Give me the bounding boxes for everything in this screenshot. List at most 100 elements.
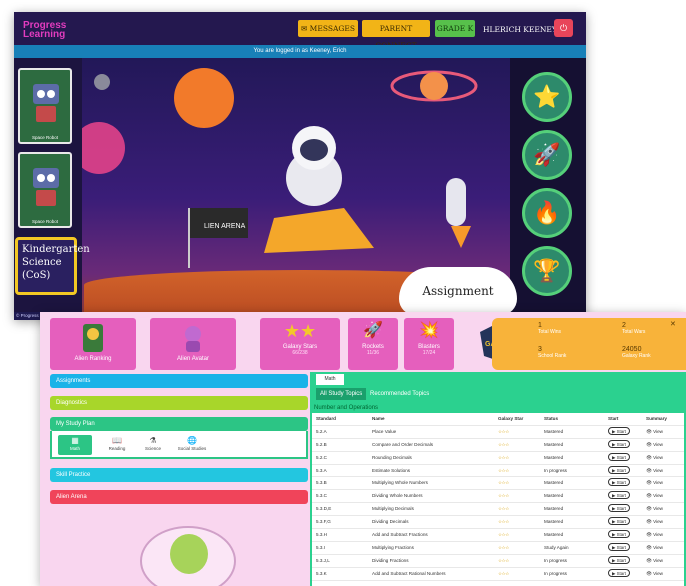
view-link[interactable]: 👁 View xyxy=(646,503,663,515)
view-link[interactable]: 👁 View xyxy=(646,477,663,489)
logout-button[interactable]: ⏻ xyxy=(554,19,573,37)
start-button[interactable]: ▶ Start xyxy=(608,465,630,477)
astronaut-visor xyxy=(300,139,328,161)
robot-icon xyxy=(33,84,59,122)
robot-card-label: Space Robot xyxy=(31,219,59,224)
alien-ranking-card[interactable]: Alien Ranking xyxy=(50,318,136,370)
subject-math[interactable]: ▦ Math xyxy=(58,435,92,455)
view-link[interactable]: 👁 View xyxy=(646,439,663,451)
status-cell: Mastered xyxy=(544,493,564,499)
start-button[interactable]: ▶ Start xyxy=(608,452,630,464)
subject-science[interactable]: ⚗ Science xyxy=(136,435,170,455)
alien-avatar-icon xyxy=(185,326,201,352)
study-plan-screen: Alien Ranking Alien Avatar ★★ Galaxy Sta… xyxy=(40,312,686,586)
view-link[interactable]: 👁 View xyxy=(646,542,663,554)
total-wins-label: Total Wins xyxy=(538,329,562,335)
table-row: 5.3.J,L Dividing Fractions ☆☆☆ In progress ▶… xyxy=(312,555,684,568)
trophy-button[interactable]: 🏆 xyxy=(522,246,572,296)
robot-card-1[interactable]: Space Robot xyxy=(18,68,72,144)
start-label: Start xyxy=(616,428,626,434)
start-button[interactable]: ▶ Start xyxy=(608,426,630,438)
logout-icon: ⏻ xyxy=(559,23,568,33)
topic-name-cell: Multiplying Decimals xyxy=(372,506,414,512)
alien-avatar-card[interactable]: Alien Avatar xyxy=(150,318,236,370)
view-link[interactable]: 👁 View xyxy=(646,452,663,464)
topic-name-cell: Add and Subtract Rational Numbers xyxy=(372,570,446,576)
standard-cell: 5.2.A xyxy=(316,428,327,434)
star-button[interactable]: ⭐ xyxy=(522,72,572,122)
subject-social-studies[interactable]: 🌐 Social Studies xyxy=(172,435,212,455)
standard-cell: 5.3.H xyxy=(316,532,327,538)
view-link[interactable]: 👁 View xyxy=(646,516,663,528)
parent-connect-button[interactable]: PARENT CONNECT xyxy=(362,20,430,50)
fire-button[interactable]: 🔥 xyxy=(522,188,572,238)
start-button[interactable]: ▶ Start xyxy=(608,529,630,541)
alien-arena-menu[interactable]: Alien Arena xyxy=(50,490,308,504)
flag-pole xyxy=(188,208,190,268)
tab-recommended-topics[interactable]: Recommended Topics xyxy=(366,388,433,400)
school-rank-label: School Rank xyxy=(538,353,567,359)
table-row: 5.3.C Dividing Whole Numbers ☆☆☆ Mastered ▶ … xyxy=(312,490,684,504)
subject-label: Social Studies xyxy=(177,446,207,451)
grade-button[interactable]: GRADE K xyxy=(435,20,475,37)
col-standard: Standard xyxy=(316,416,336,421)
start-button[interactable]: ▶ Start xyxy=(608,503,630,515)
standard-cell: 5.3.F,G xyxy=(316,519,331,525)
tab-all-study-topics[interactable]: All Study Topics xyxy=(316,388,367,400)
start-button[interactable]: ▶ Start xyxy=(608,516,630,528)
start-button[interactable]: ▶ Start xyxy=(608,490,630,502)
topic-name-cell: Place Value xyxy=(372,428,397,434)
close-icon[interactable]: ✕ xyxy=(670,320,676,328)
status-cell: Mastered xyxy=(544,506,564,512)
start-label: Start xyxy=(616,467,626,473)
view-link[interactable]: 👁 View xyxy=(646,568,663,580)
galaxy-rank-label: Galaxy Rank xyxy=(622,353,651,359)
rocket-button[interactable]: 🚀 xyxy=(522,130,572,180)
logo-line-2: Learning xyxy=(23,29,66,40)
view-link[interactable]: 👁 View xyxy=(646,555,663,567)
view-label: View xyxy=(653,480,663,486)
robot-card-2[interactable]: Space Robot xyxy=(18,152,72,228)
subject-reading[interactable]: 📖 Reading xyxy=(100,435,134,455)
start-label: Start xyxy=(616,441,626,447)
alien-character xyxy=(170,534,208,574)
messages-button[interactable]: ✉ MESSAGES xyxy=(298,20,358,37)
start-label: Start xyxy=(616,480,626,486)
progress-learning-logo[interactable]: Progress Learning xyxy=(23,21,66,40)
start-label: Start xyxy=(616,570,626,576)
skill-practice-menu[interactable]: Skill Practice xyxy=(50,468,308,482)
kindergarten-science-card[interactable]: Kindergarten Science (CoS) xyxy=(15,237,90,295)
start-label: Start xyxy=(616,454,626,460)
galaxy-star-icon: ☆☆☆ xyxy=(498,428,509,434)
assignments-menu[interactable]: Assignments xyxy=(50,374,308,388)
standard-cell: 5.2.C xyxy=(316,454,327,460)
view-link[interactable]: 👁 View xyxy=(646,426,663,438)
view-link[interactable]: 👁 View xyxy=(646,529,663,541)
subject-label: Math xyxy=(69,446,80,451)
rockets-card[interactable]: 🚀 Rockets 11/36 xyxy=(348,318,398,370)
my-study-plan-menu[interactable]: My Study Plan xyxy=(50,417,308,431)
start-button[interactable]: ▶ Start xyxy=(608,555,630,567)
galaxy-star-icon: ☆☆☆ xyxy=(498,441,509,447)
math-subject-tab[interactable]: Math xyxy=(316,374,344,385)
topic-name-cell: Multiplying Whole Numbers xyxy=(372,480,428,486)
topic-name-cell: Compare and Order Decimals xyxy=(372,441,434,447)
start-button[interactable]: ▶ Start xyxy=(608,477,630,489)
start-button[interactable]: ▶ Start xyxy=(608,439,630,451)
view-link[interactable]: 👁 View xyxy=(646,490,663,502)
blasters-value: 17/24 xyxy=(422,350,436,356)
status-cell: Mastered xyxy=(544,454,564,460)
standard-cell: 5.3.J,L xyxy=(316,557,330,563)
assignment-button[interactable]: Assignment xyxy=(399,267,517,315)
col-start: Start xyxy=(608,416,619,421)
start-button[interactable]: ▶ Start xyxy=(608,568,630,580)
table-row: 5.2.A Place Value ☆☆☆ Mastered ▶ Start 👁 View xyxy=(312,426,684,439)
galaxy-stars-card[interactable]: ★★ Galaxy Stars 66/238 xyxy=(260,318,340,370)
view-link[interactable]: 👁 View xyxy=(646,465,663,477)
blasters-card[interactable]: 💥 Blasters 17/24 xyxy=(404,318,454,370)
table-row: 5.3.D,E Multiplying Decimals ☆☆☆ Mastered ▶ … xyxy=(312,503,684,517)
diagnostics-menu[interactable]: Diagnostics xyxy=(50,396,308,410)
start-button[interactable]: ▶ Start xyxy=(608,542,630,554)
status-cell: Mastered xyxy=(544,480,564,486)
start-label: Start xyxy=(616,506,626,512)
